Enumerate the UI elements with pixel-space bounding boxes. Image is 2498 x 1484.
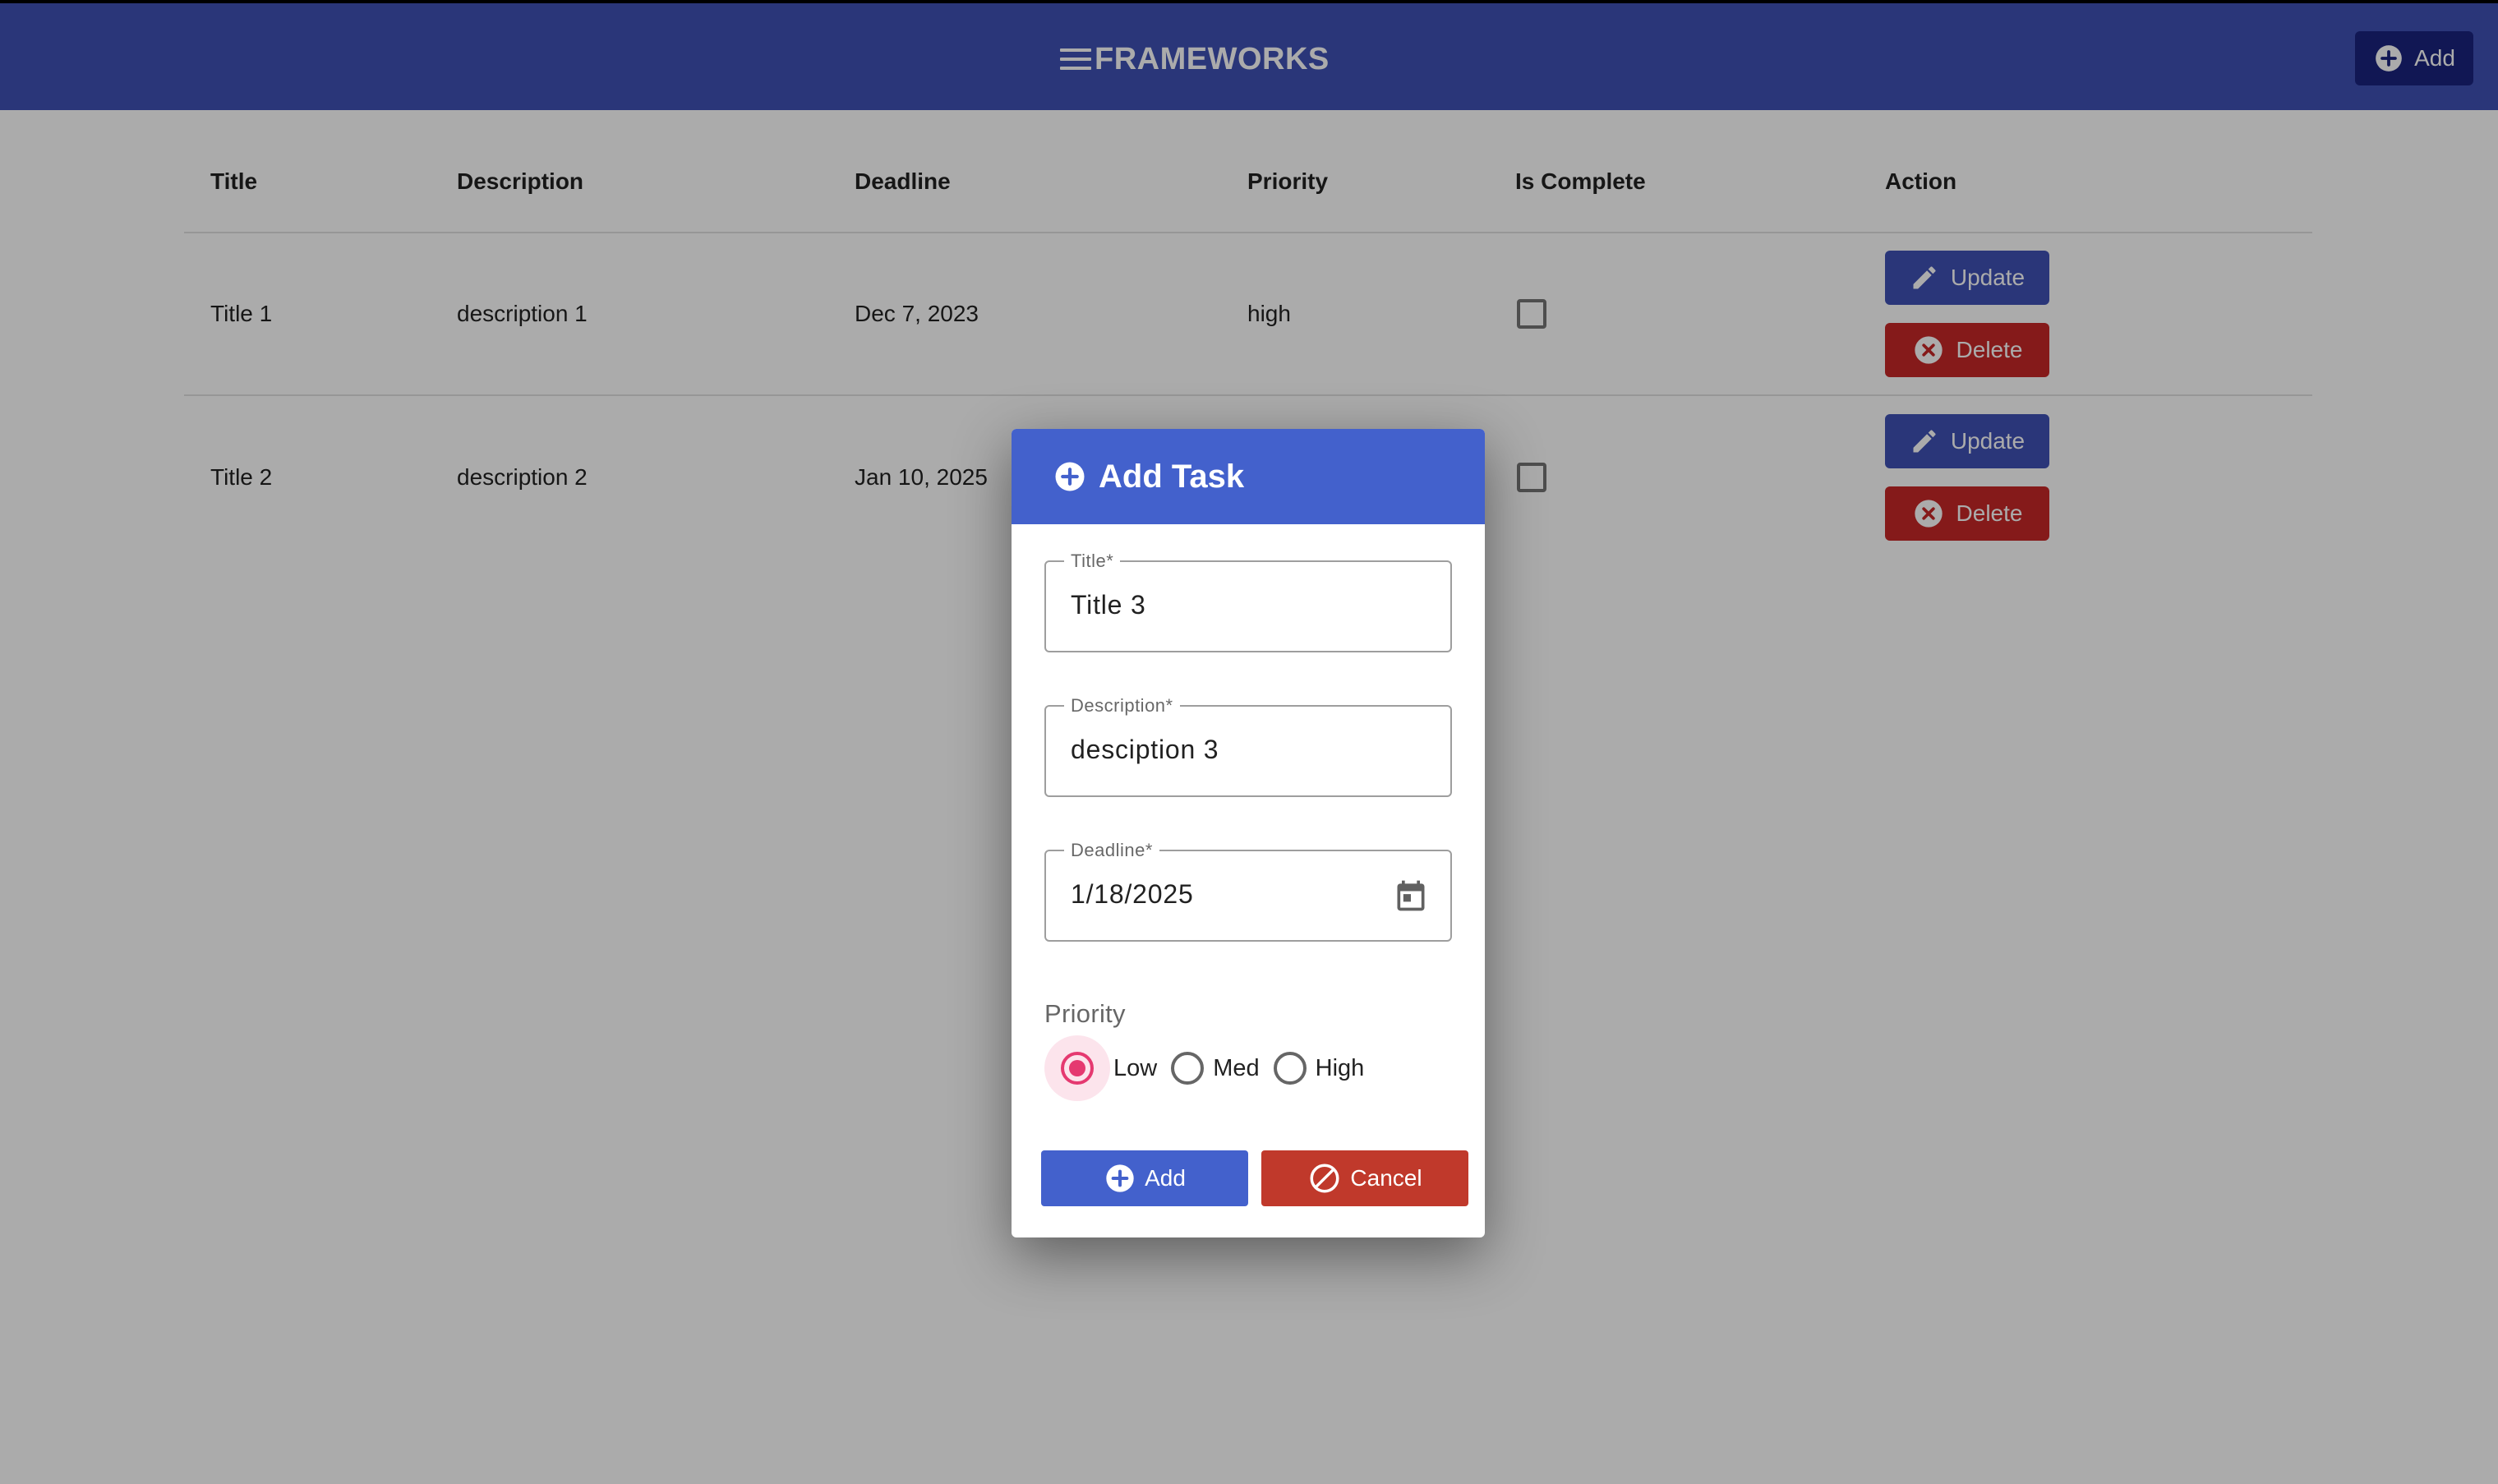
priority-label: Priority: [1044, 999, 1126, 1028]
dialog-add-button[interactable]: Add: [1041, 1150, 1248, 1206]
priority-high-label: High: [1315, 1054, 1365, 1081]
add-task-dialog: Add Task Title* Title 3 Description* des…: [1012, 429, 1485, 1237]
description-field-value[interactable]: desciption 3: [1071, 735, 1219, 765]
deadline-field-label: Deadline*: [1064, 840, 1159, 861]
deadline-field[interactable]: Deadline* 1/18/2025: [1044, 840, 1452, 942]
title-field-label: Title*: [1064, 551, 1121, 572]
dialog-cancel-label: Cancel: [1350, 1165, 1422, 1191]
add-circle-icon: [1106, 1164, 1134, 1192]
priority-option-low[interactable]: Low: [1044, 1035, 1157, 1101]
priority-option-med[interactable]: Med: [1165, 1035, 1260, 1101]
calendar-icon[interactable]: [1393, 878, 1429, 914]
description-field[interactable]: Description* desciption 3: [1044, 695, 1452, 797]
dialog-title: Add Task: [1099, 458, 1245, 495]
dialog-header: Add Task: [1012, 429, 1485, 524]
priority-med-label: Med: [1213, 1054, 1260, 1081]
priority-radio-group: Low Med High: [1044, 1035, 1372, 1101]
title-field-value[interactable]: Title 3: [1071, 590, 1146, 620]
radio-unchecked-icon: [1171, 1052, 1205, 1085]
description-field-label: Description*: [1064, 695, 1180, 717]
deadline-field-value[interactable]: 1/18/2025: [1071, 879, 1194, 910]
dialog-add-label: Add: [1145, 1165, 1186, 1191]
title-field[interactable]: Title* Title 3: [1044, 551, 1452, 652]
radio-unchecked-icon: [1273, 1052, 1307, 1085]
radio-checked-icon: [1061, 1052, 1094, 1085]
add-circle-icon: [1055, 462, 1085, 491]
dialog-cancel-button[interactable]: Cancel: [1261, 1150, 1468, 1206]
block-icon: [1310, 1164, 1339, 1193]
priority-option-high[interactable]: High: [1268, 1035, 1365, 1101]
priority-low-label: Low: [1113, 1054, 1158, 1081]
